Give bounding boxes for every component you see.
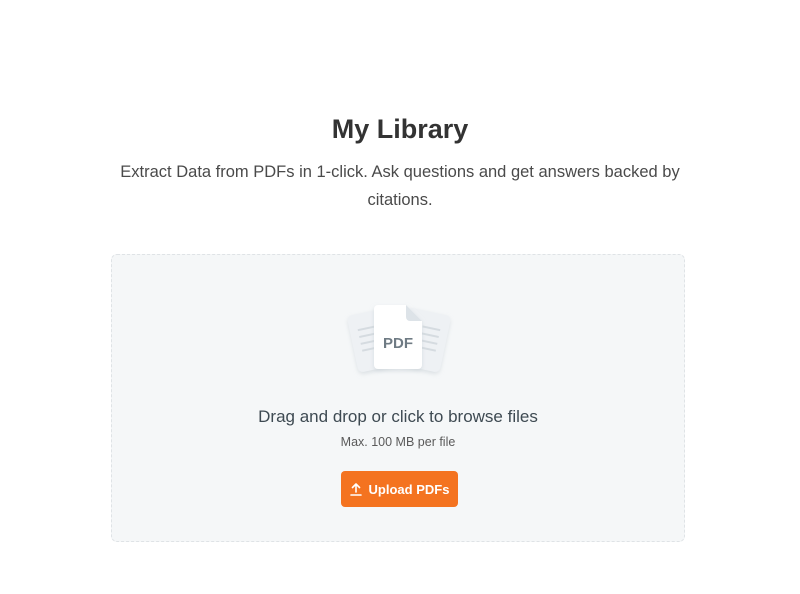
dropzone-instruction: Drag and drop or click to browse files: [258, 407, 538, 426]
file-dropzone[interactable]: PDF Drag and drop or click to browse fil…: [111, 254, 685, 542]
upload-icon: [349, 482, 362, 496]
library-page: My Library Extract Data from PDFs in 1-c…: [0, 0, 800, 594]
pdf-files-icon: PDF: [344, 299, 454, 379]
pdf-illustration-label: PDF: [383, 335, 413, 352]
page-title: My Library: [331, 114, 469, 144]
upload-pdfs-button[interactable]: Upload PDFs: [341, 471, 458, 507]
page-subtitle: Extract Data from PDFs in 1-click. Ask q…: [120, 163, 680, 209]
upload-button-label: Upload PDFs: [368, 481, 450, 497]
file-size-limit: Max. 100 MB per file: [340, 435, 456, 449]
